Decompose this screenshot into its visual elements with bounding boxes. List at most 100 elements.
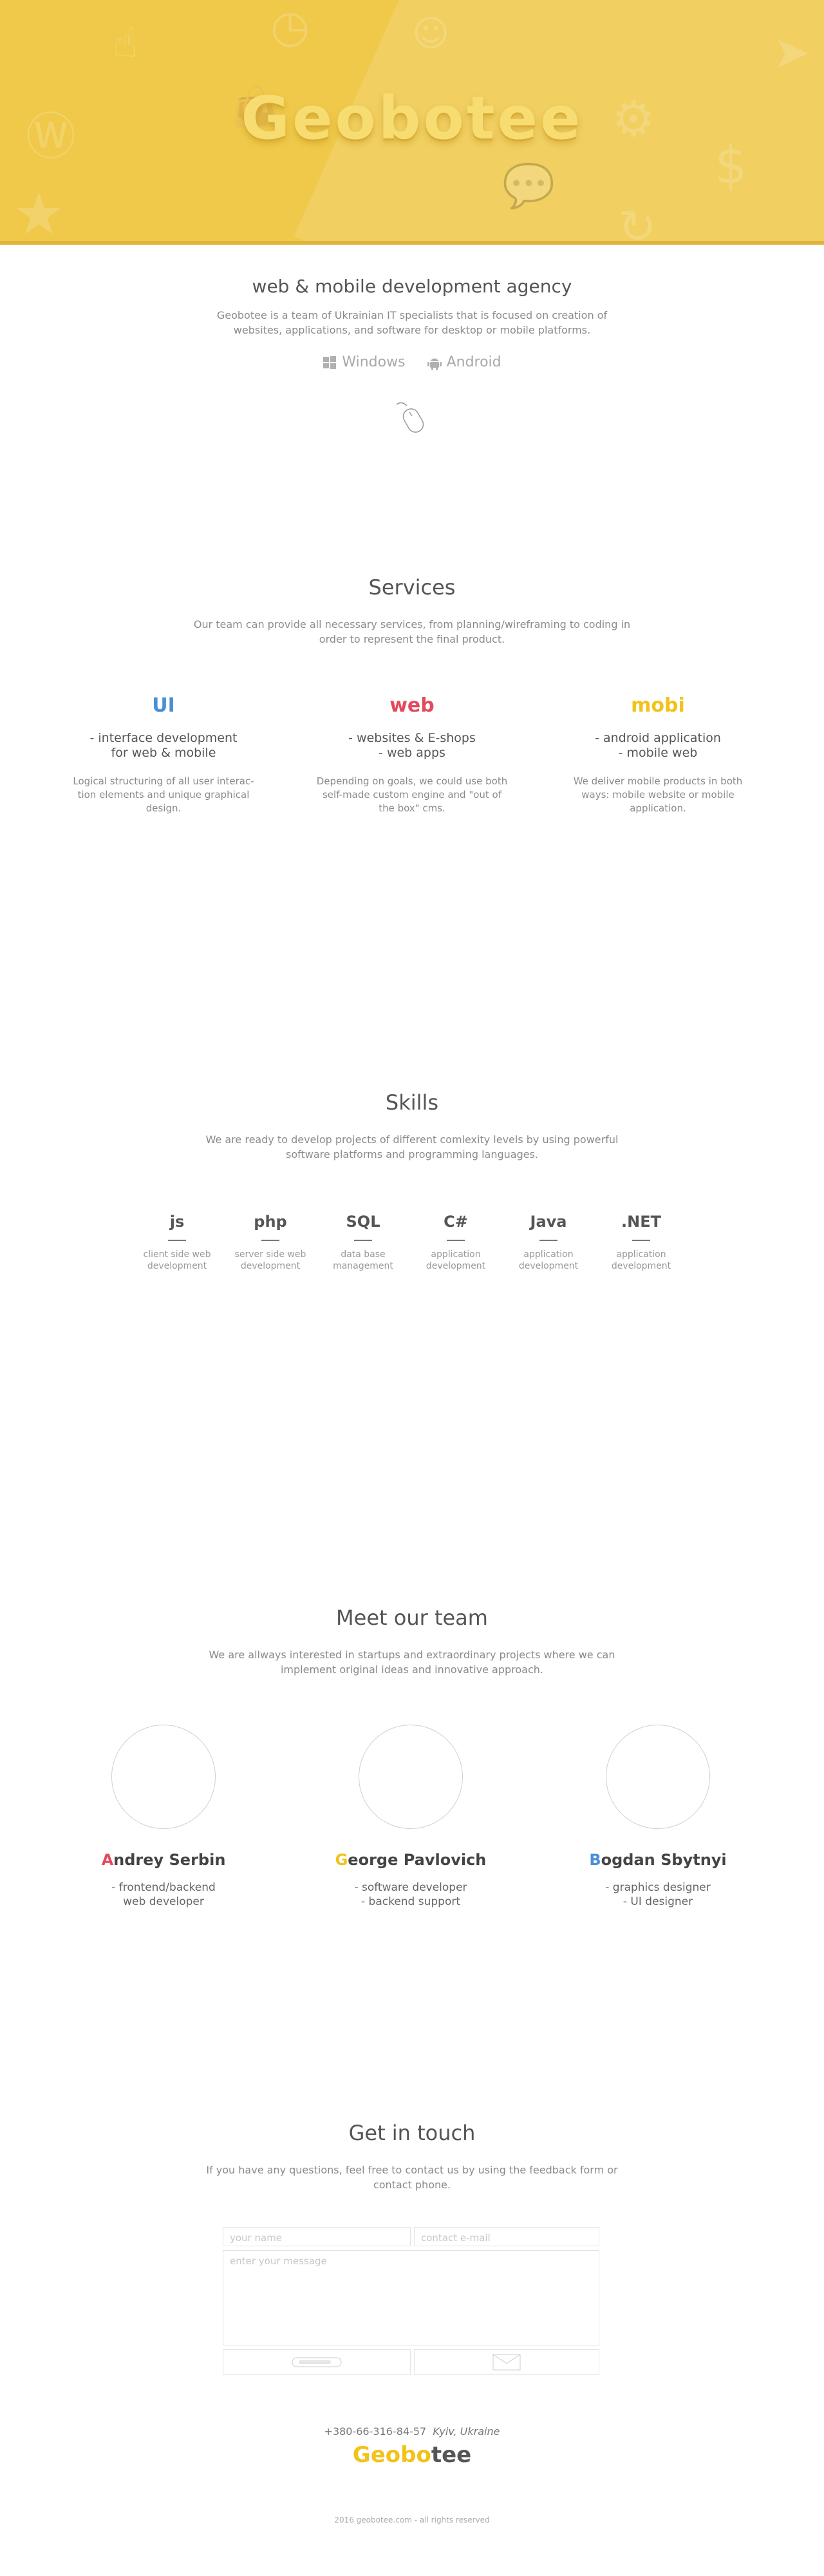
member-role: - frontend/backend web developer <box>111 1881 216 1908</box>
captcha-button[interactable] <box>223 2349 411 2375</box>
city: Kyiv, Ukraine <box>433 2425 500 2438</box>
service-subtitle: - android application - mobile web <box>595 731 721 760</box>
skill-description: application development <box>611 1249 671 1271</box>
skill-description: application development <box>426 1249 486 1271</box>
team-header: Meet our team <box>0 1605 824 1630</box>
skill-description: data base management <box>333 1249 393 1271</box>
chat-icon: 💬 <box>502 161 556 211</box>
contact-title: Get in touch <box>348 2121 476 2145</box>
windows-icon <box>323 355 337 369</box>
platform-label-windows: Windows <box>342 354 406 370</box>
skill-name: C# <box>444 1213 468 1231</box>
team-lead: We are allways interested in startups an… <box>0 1647 824 1677</box>
member-name: George Pavlovich <box>335 1851 487 1869</box>
agency-description: Geobotee is a team of Ukrainian IT speci… <box>0 308 824 337</box>
services-title: Services <box>368 575 456 600</box>
skill-divider <box>447 1240 465 1241</box>
avatar <box>111 1725 216 1829</box>
team-member: Bogdan Sbytnyi - graphics designer - UI d… <box>561 1725 754 1909</box>
refresh-icon: ↻ <box>618 200 657 245</box>
service-ui: UI - interface development for web & mobi… <box>67 694 260 815</box>
avatar <box>606 1725 710 1829</box>
phone-number[interactable]: +380-66-316-84-57 <box>324 2425 427 2438</box>
footer-logo-part-a: Geobo <box>352 2442 431 2468</box>
skill-name: php <box>254 1213 287 1231</box>
member-role: - software developer - backend support <box>354 1881 467 1908</box>
team-member: Andrey Serbin - frontend/backend web deve… <box>67 1725 260 1909</box>
skill-description: client side web development <box>143 1249 211 1271</box>
tagline-text: web & mobile development agency <box>252 276 572 297</box>
skill-description: application development <box>518 1249 579 1271</box>
skills-lead: We are ready to develop projects of diff… <box>0 1132 824 1162</box>
agency-tagline: web & mobile development agency <box>0 276 824 297</box>
skill-divider <box>168 1240 186 1241</box>
service-description: We deliver mobile products in both ways:… <box>573 775 743 814</box>
hero-bottom-border <box>0 241 824 245</box>
service-title: web <box>389 694 435 717</box>
avatar <box>359 1725 463 1829</box>
skill-name: SQL <box>346 1213 380 1231</box>
footer-logo[interactable]: Geobotee <box>0 2442 824 2468</box>
footer-logo-part-b: tee <box>431 2442 472 2468</box>
message-field[interactable]: enter your message <box>223 2250 599 2345</box>
skill-java: Java application development <box>503 1213 594 1272</box>
send-button[interactable] <box>414 2349 599 2375</box>
services-lead: Our team can provide all necessary servi… <box>0 617 824 647</box>
hero-logo: Geobotee <box>241 84 583 153</box>
platform-label-android: Android <box>446 354 501 370</box>
skills-title: Skills <box>385 1090 439 1115</box>
service-mobi: mobi - android application - mobile web W… <box>561 694 754 815</box>
hero-banner: Ⓦ ☝ ★ 👜 ◷ ☺ ⚙ $ 💬 ↻ ➤ Geobotee <box>0 0 824 245</box>
skill-js: js client side web development <box>132 1213 222 1272</box>
skills-header: Skills <box>0 1090 824 1115</box>
service-description: Logical structuring of all user interac-… <box>73 775 254 814</box>
pointer-icon: ☝ <box>113 19 138 67</box>
skill-name: Java <box>530 1213 567 1231</box>
skill-sql: SQL data base management <box>318 1213 408 1272</box>
service-web: web - websites & E-shops - web apps Depen… <box>315 694 509 815</box>
contact-lead-text: If you have any questions, feel free to … <box>206 2164 618 2191</box>
arrow-icon: ➤ <box>772 26 810 79</box>
envelope-icon <box>492 2354 521 2371</box>
service-title: mobi <box>631 694 685 717</box>
skill-csharp: C# application development <box>411 1213 501 1272</box>
contact-info: +380-66-316-84-57 Kyiv, Ukraine <box>0 2425 824 2438</box>
member-role: - graphics designer - UI designer <box>605 1881 711 1908</box>
skill-divider <box>354 1240 372 1241</box>
contact-header: Get in touch <box>0 2121 824 2145</box>
clock-icon: ◷ <box>270 0 310 53</box>
platforms: Windows Android <box>0 354 824 370</box>
mouse-icon[interactable] <box>393 399 431 444</box>
member-name: Bogdan Sbytnyi <box>589 1851 727 1869</box>
team-title: Meet our team <box>336 1605 488 1630</box>
slider-icon <box>292 2357 342 2367</box>
services-header: Services <box>0 575 824 600</box>
skill-description: server side web development <box>234 1249 306 1271</box>
copyright-text: 2016 geobotee.com - all rights reserved <box>334 2515 490 2524</box>
team-lead-text: We are allways interested in startups an… <box>209 1649 615 1676</box>
scroll-indicator[interactable] <box>0 399 824 447</box>
user-icon: ☺ <box>412 13 450 55</box>
skill-name: js <box>169 1213 185 1231</box>
name-field[interactable]: your name <box>223 2227 411 2246</box>
service-subtitle: - interface development for web & mobile <box>89 731 238 760</box>
service-title: UI <box>152 694 175 717</box>
contact-lead: If you have any questions, feel free to … <box>0 2163 824 2192</box>
member-name: Andrey Serbin <box>101 1851 226 1869</box>
copyright: 2016 geobotee.com - all rights reserved <box>0 2515 824 2524</box>
platform-android: Android <box>427 354 501 370</box>
skill-php: php server side web development <box>225 1213 315 1272</box>
skill-divider <box>261 1240 279 1241</box>
skill-divider <box>632 1240 650 1241</box>
email-field[interactable]: contact e-mail <box>414 2227 599 2246</box>
service-subtitle: - websites & E-shops - web apps <box>348 731 476 760</box>
platform-windows: Windows <box>323 354 406 370</box>
skills-lead-text: We are ready to develop projects of diff… <box>205 1133 619 1160</box>
skill-name: .NET <box>621 1213 661 1231</box>
description-text: Geobotee is a team of Ukrainian IT speci… <box>216 309 608 336</box>
service-description: Depending on goals, we could use both se… <box>316 775 508 814</box>
services-lead-text: Our team can provide all necessary servi… <box>193 618 631 645</box>
team-member: George Pavlovich - software developer - b… <box>314 1725 507 1909</box>
skill-dotnet: .NET application development <box>596 1213 686 1272</box>
android-icon <box>427 358 442 370</box>
